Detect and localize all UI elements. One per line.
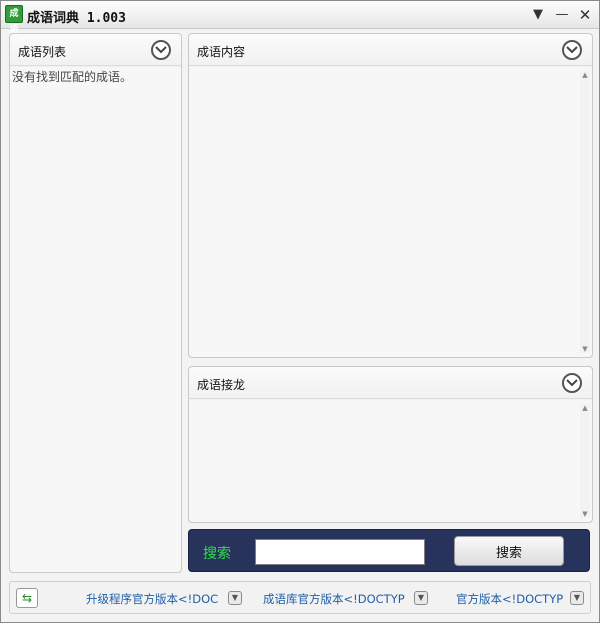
idiom-chain-body[interactable]: ▲ ▼ — [189, 400, 592, 522]
scroll-up-icon[interactable]: ▲ — [580, 404, 590, 412]
title-bar[interactable]: 成语 成语词典 1.003 ▼ — ✕ — [1, 1, 599, 35]
vertical-scrollbar[interactable]: ▲ ▼ — [580, 71, 590, 353]
menu-dropdown-icon[interactable]: ▼ — [529, 6, 547, 24]
search-input[interactable] — [255, 539, 425, 565]
idiom-list-title: 成语列表 — [18, 45, 67, 59]
close-icon[interactable]: ✕ — [576, 6, 594, 24]
empty-message: 没有找到匹配的成语。 — [12, 70, 133, 84]
idiom-list-header: 成语列表 — [10, 34, 181, 66]
chevron-down-icon[interactable]: ▼ — [228, 591, 242, 605]
minimize-icon[interactable]: — — [553, 6, 571, 24]
scroll-down-icon[interactable]: ▼ — [580, 345, 590, 353]
app-window: 成语 成语词典 1.003 ▼ — ✕ 成语列表 没有找到匹配的成语。 成语内容… — [0, 0, 600, 623]
refresh-icon[interactable]: ⇆ — [16, 588, 38, 608]
scroll-down-icon[interactable]: ▼ — [580, 510, 590, 518]
idiom-chain-title: 成语接龙 — [197, 378, 246, 392]
chevron-down-icon[interactable]: ▼ — [570, 591, 584, 605]
idiom-content-title: 成语内容 — [197, 45, 246, 59]
search-button[interactable]: 搜索 — [454, 536, 564, 566]
chevron-down-icon[interactable] — [151, 40, 171, 60]
idiom-content-header: 成语内容 — [189, 34, 592, 66]
chevron-down-icon[interactable] — [562, 40, 582, 60]
search-label: 搜索 — [203, 546, 231, 562]
app-icon: 成语 — [5, 5, 23, 35]
upgrade-program-link[interactable]: 升级程序官方版本<!DOC — [86, 591, 220, 607]
footer-bar: ⇆ 升级程序官方版本<!DOC ▼ 成语库官方版本<!DOCTYP ▼ 官方版本… — [9, 581, 591, 614]
idiom-content-body[interactable]: ▲ ▼ — [189, 67, 592, 357]
idiom-chain-panel: 成语接龙 ▲ ▼ — [188, 366, 593, 523]
idiom-content-panel: 成语内容 ▲ ▼ — [188, 33, 593, 358]
search-bar: 搜索 搜索 — [188, 529, 590, 572]
idiom-library-link[interactable]: 成语库官方版本<!DOCTYP — [263, 591, 411, 607]
chevron-down-icon[interactable]: ▼ — [414, 591, 428, 605]
scroll-up-icon[interactable]: ▲ — [580, 71, 590, 79]
vertical-scrollbar[interactable]: ▲ ▼ — [580, 404, 590, 518]
idiom-list-body[interactable]: 没有找到匹配的成语。 — [10, 67, 181, 572]
chevron-down-icon[interactable] — [562, 373, 582, 393]
official-version-link[interactable]: 官方版本<!DOCTYP — [456, 591, 567, 607]
window-title: 成语词典 1.003 — [27, 11, 126, 26]
idiom-list-panel: 成语列表 没有找到匹配的成语。 — [9, 33, 182, 573]
idiom-chain-header: 成语接龙 — [189, 367, 592, 399]
